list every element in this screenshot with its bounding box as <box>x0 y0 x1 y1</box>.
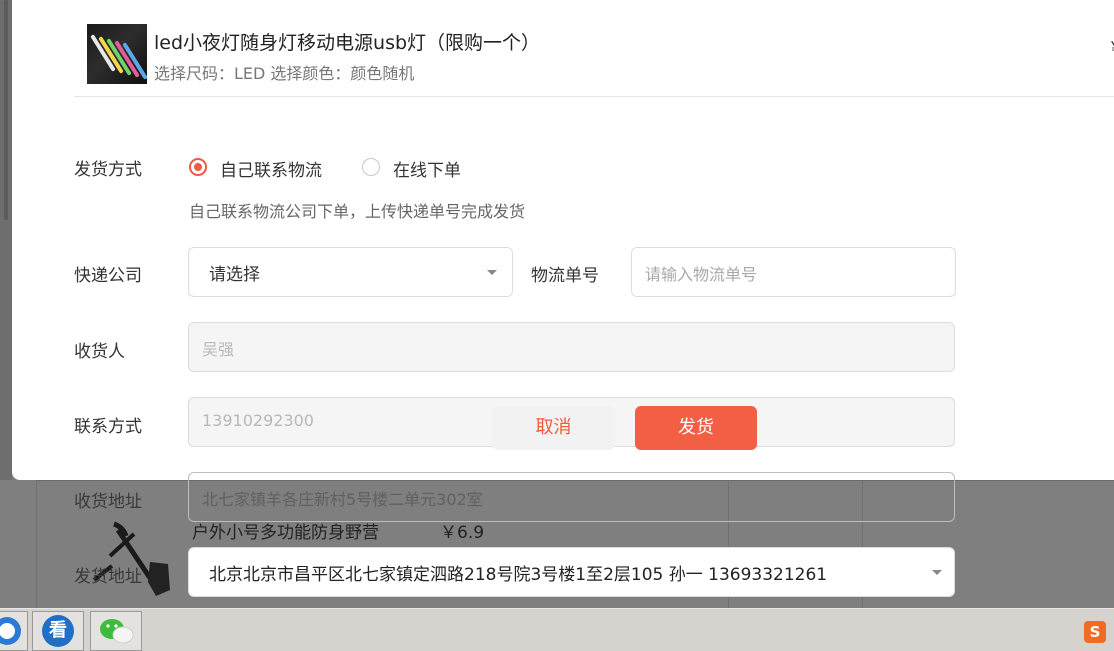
ship-dialog: led小夜灯随身灯移动电源usb灯（限购一个） 选择尺码：LED 选择颜色：颜色… <box>12 0 1114 480</box>
wechat-taskbar-button[interactable] <box>90 611 142 651</box>
receiver-value: 吴强 <box>202 340 235 359</box>
shovel-product-image <box>92 521 170 596</box>
ship-address-select[interactable]: 北京北京市昌平区北七家镇定泗路218号院3号楼1至2层105 孙一 136933… <box>188 547 955 597</box>
product-thumbnail <box>87 24 147 84</box>
tracking-number-input[interactable]: 请输入物流单号 <box>631 247 956 297</box>
radio-self-logistics[interactable] <box>189 158 207 176</box>
ship-address-label: 发货地址 <box>74 567 142 587</box>
kan-icon: 看 <box>42 615 74 647</box>
product-price-partial: ￥ <box>1108 34 1114 58</box>
radio-online-order-label[interactable]: 在线下单 <box>393 156 461 181</box>
cancel-button[interactable]: 取消 <box>492 406 615 450</box>
order-product-row: led小夜灯随身灯移动电源usb灯（限购一个） 选择尺码：LED 选择颜色：颜色… <box>74 10 1114 97</box>
receive-address-label: 收货地址 <box>74 492 142 512</box>
tracking-number-placeholder: 请输入物流单号 <box>645 265 758 284</box>
tracking-number-label: 物流单号 <box>531 266 599 286</box>
chevron-down-icon <box>487 270 497 275</box>
contact-value: 13910292300 <box>202 411 314 430</box>
qq-icon <box>0 617 21 645</box>
wechat-icon <box>100 619 134 644</box>
kan-taskbar-button[interactable]: 看 <box>32 611 84 651</box>
product-title[interactable]: led小夜灯随身灯移动电源usb灯（限购一个） <box>154 28 540 55</box>
taskbar: 看 S <box>0 608 1114 651</box>
sogou-input-icon[interactable]: S <box>1084 621 1106 643</box>
receive-address-field: 北七家镇羊各庄新村5号楼二单元302室 <box>188 472 955 522</box>
radio-online-order[interactable] <box>362 158 380 176</box>
shipping-method-label: 发货方式 <box>74 160 142 180</box>
contact-label: 联系方式 <box>74 417 142 437</box>
qq-taskbar-button[interactable] <box>0 611 28 651</box>
page-scrollbar[interactable] <box>0 0 12 480</box>
radio-self-logistics-label[interactable]: 自己联系物流 <box>220 156 322 181</box>
shipping-method-hint: 自己联系物流公司下单，上传快递单号完成发货 <box>189 202 526 221</box>
courier-select[interactable]: 请选择 <box>188 247 513 297</box>
scroll-thumb[interactable] <box>4 0 8 220</box>
ship-address-value: 北京北京市昌平区北七家镇定泗路218号院3号楼1至2层105 孙一 136933… <box>209 565 828 585</box>
courier-select-value: 请选择 <box>209 265 260 285</box>
table-divider <box>36 480 37 608</box>
courier-label: 快递公司 <box>74 266 142 286</box>
receiver-field: 吴强 <box>188 322 955 372</box>
receive-address-value: 北七家镇羊各庄新村5号楼二单元302室 <box>202 490 483 509</box>
ship-button[interactable]: 发货 <box>635 406 757 450</box>
product-spec: 选择尺码：LED 选择颜色：颜色随机 <box>154 64 415 83</box>
receiver-label: 收货人 <box>74 342 125 362</box>
chevron-down-icon <box>932 570 942 575</box>
